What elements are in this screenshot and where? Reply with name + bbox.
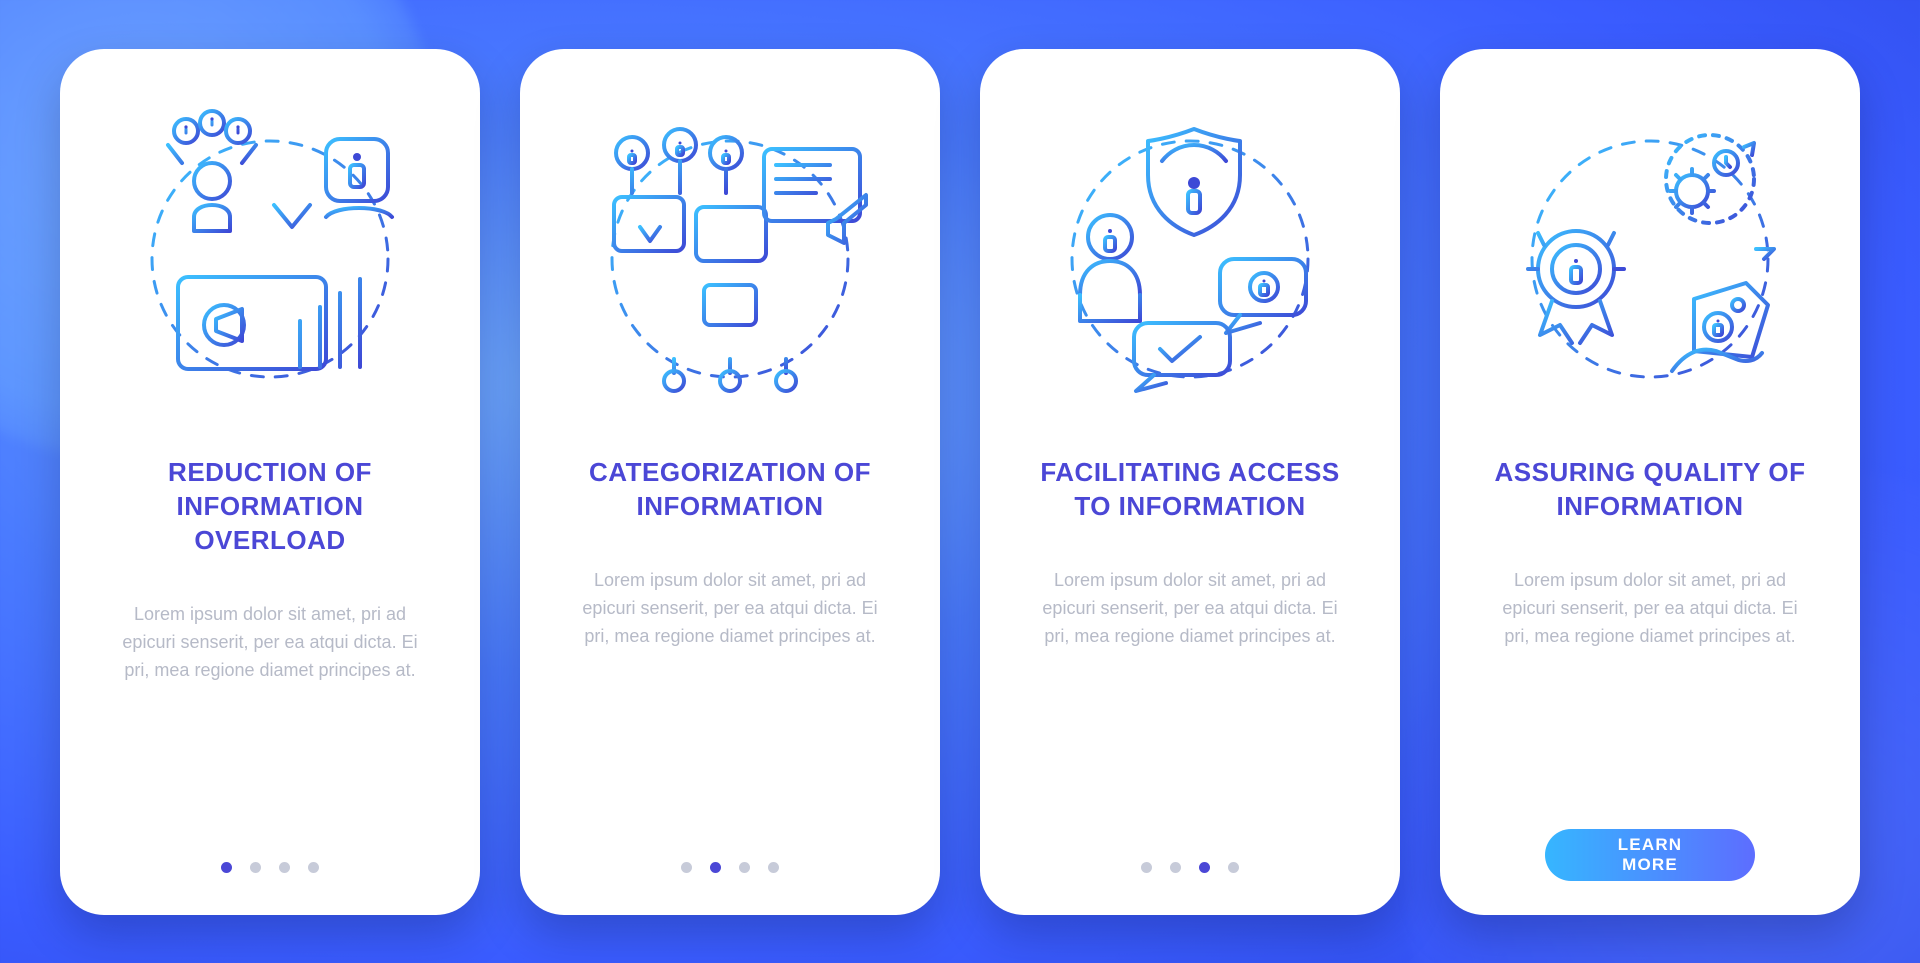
page-dot-1[interactable] xyxy=(1141,862,1152,873)
facilitating-access-icon xyxy=(1044,109,1336,401)
page-dot-4[interactable] xyxy=(1228,862,1239,873)
card-title: FACILITATING ACCESS TO INFORMATION xyxy=(1024,455,1356,524)
page-dot-4[interactable] xyxy=(768,862,779,873)
page-dot-2[interactable] xyxy=(710,862,721,873)
onboarding-card-2: CATEGORIZATION OF INFORMATION Lorem ipsu… xyxy=(520,49,940,915)
card-description: Lorem ipsum dolor sit amet, pri ad epicu… xyxy=(120,601,420,685)
page-dot-4[interactable] xyxy=(308,862,319,873)
card-title: REDUCTION OF INFORMATION OVERLOAD xyxy=(104,455,436,558)
assuring-quality-icon xyxy=(1504,109,1796,401)
onboarding-card-1: REDUCTION OF INFORMATION OVERLOAD Lorem … xyxy=(60,49,480,915)
learn-more-button[interactable]: LEARN MORE xyxy=(1545,829,1755,881)
card-title: ASSURING QUALITY OF INFORMATION xyxy=(1484,455,1816,524)
page-dot-3[interactable] xyxy=(739,862,750,873)
card-description: Lorem ipsum dolor sit amet, pri ad epicu… xyxy=(1040,567,1340,651)
page-dot-3[interactable] xyxy=(279,862,290,873)
page-indicator xyxy=(520,862,940,873)
page-indicator xyxy=(60,862,480,873)
page-indicator xyxy=(980,862,1400,873)
categorization-icon xyxy=(584,109,876,401)
page-dot-1[interactable] xyxy=(221,862,232,873)
page-dot-2[interactable] xyxy=(250,862,261,873)
page-dot-2[interactable] xyxy=(1170,862,1181,873)
card-description: Lorem ipsum dolor sit amet, pri ad epicu… xyxy=(1500,567,1800,651)
card-title: CATEGORIZATION OF INFORMATION xyxy=(564,455,896,524)
reduction-overload-icon xyxy=(124,109,416,401)
onboarding-card-3: FACILITATING ACCESS TO INFORMATION Lorem… xyxy=(980,49,1400,915)
page-dot-1[interactable] xyxy=(681,862,692,873)
onboarding-cards-row: REDUCTION OF INFORMATION OVERLOAD Lorem … xyxy=(0,0,1920,963)
onboarding-card-4: ASSURING QUALITY OF INFORMATION Lorem ip… xyxy=(1440,49,1860,915)
card-description: Lorem ipsum dolor sit amet, pri ad epicu… xyxy=(580,567,880,651)
page-dot-3[interactable] xyxy=(1199,862,1210,873)
